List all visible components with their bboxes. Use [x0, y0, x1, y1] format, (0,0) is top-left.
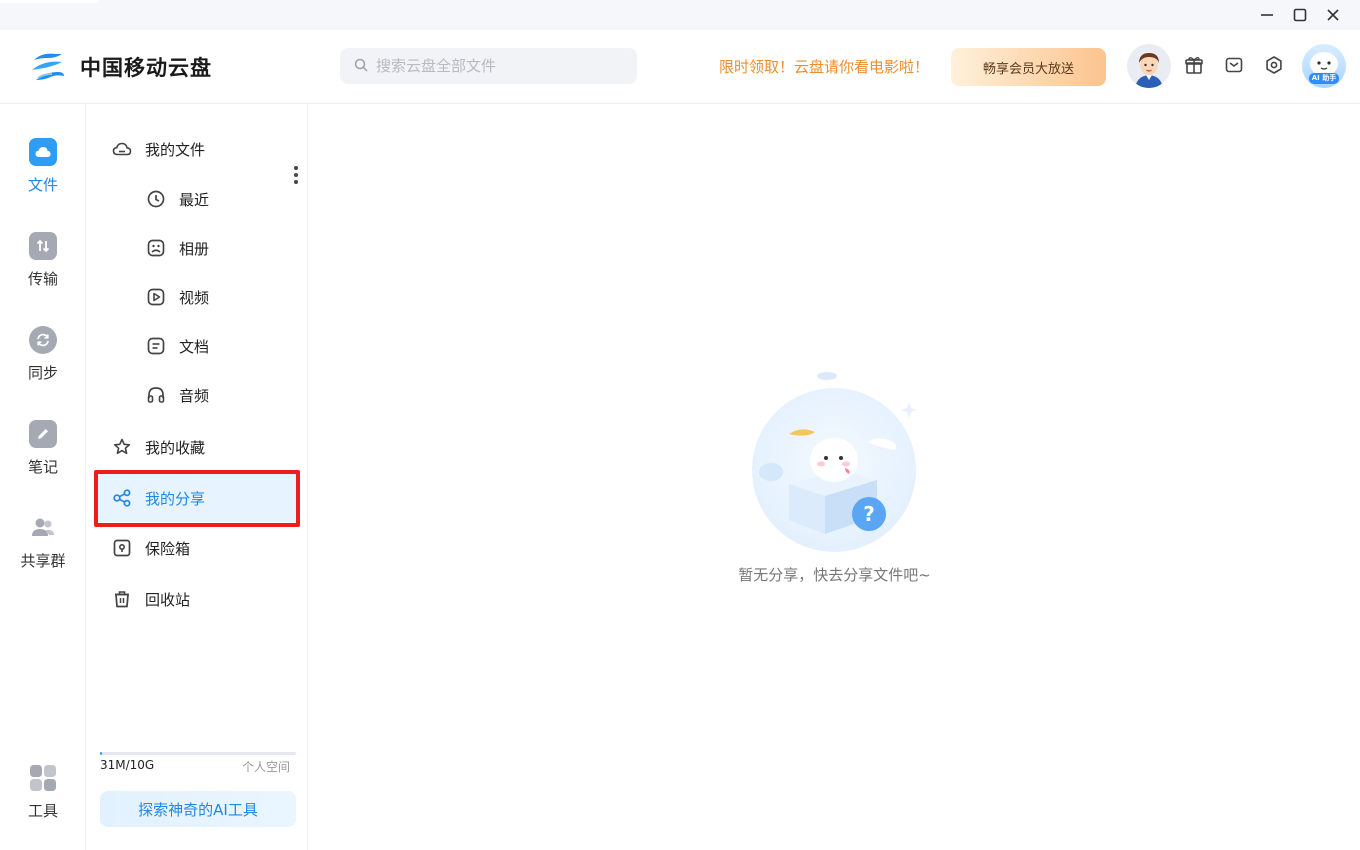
user-avatar[interactable] — [1127, 44, 1171, 88]
app-title: 中国移动云盘 — [80, 56, 212, 80]
nav-transfer[interactable]: 传输 — [0, 232, 86, 312]
sidebar-item-my-shares[interactable]: 我的分享 — [95, 474, 299, 522]
nav-share-group[interactable]: 共享群 — [0, 514, 86, 594]
empty-share-illustration: ? — [749, 364, 924, 554]
sidebar-item-label: 音频 — [179, 386, 210, 405]
nav-files[interactable]: 文件 — [0, 138, 86, 218]
search-input[interactable] — [376, 57, 616, 75]
sidebar-item-audio[interactable]: 音频 — [145, 375, 285, 415]
trash-icon — [111, 588, 133, 610]
ai-assistant-button[interactable]: AI 助手 — [1302, 44, 1346, 88]
pencil-icon — [29, 420, 57, 448]
sidebar-item-recent[interactable]: 最近 — [145, 179, 285, 219]
star-icon — [111, 436, 133, 458]
sync-icon — [29, 326, 57, 354]
settings-icon[interactable] — [1263, 54, 1285, 76]
storage-used-text: 31M/10G — [100, 758, 155, 772]
video-icon — [145, 286, 167, 308]
nav-files-label: 文件 — [27, 176, 58, 194]
storage-progress-bar — [100, 752, 296, 755]
transfer-icon — [29, 232, 57, 260]
maximize-icon[interactable] — [1287, 3, 1313, 27]
sidebar-item-label: 保险箱 — [145, 539, 191, 558]
storage-space-type: 个人空间 — [242, 760, 291, 774]
safe-icon — [111, 537, 133, 559]
minimize-icon[interactable] — [1254, 3, 1280, 27]
people-icon — [29, 514, 57, 542]
sidebar-item-label: 最近 — [179, 190, 210, 209]
sidebar-item-favorites[interactable]: 我的收藏 — [111, 427, 287, 467]
share-icon — [111, 487, 133, 509]
grid-icon — [29, 764, 57, 792]
sidebar-item-label: 我的分享 — [145, 489, 206, 508]
nav-notes[interactable]: 笔记 — [0, 420, 86, 500]
search-box[interactable] — [340, 48, 637, 84]
svg-text:?: ? — [863, 502, 875, 526]
sidebar-item-label: 视频 — [179, 288, 210, 307]
sidebar-item-label: 相册 — [179, 239, 210, 258]
cloud-icon — [29, 138, 57, 166]
sidebar-item-label: 我的收藏 — [145, 438, 206, 457]
vip-promo-button[interactable]: 畅享会员大放送 — [951, 48, 1106, 86]
left-nav: 文件 传输 同步 笔记 共享群 工具 — [0, 104, 86, 850]
nav-share-group-label: 共享群 — [20, 552, 66, 570]
sidebar-item-label: 文档 — [179, 337, 210, 356]
empty-state-message: 暂无分享，快去分享文件吧~ — [738, 566, 931, 584]
nav-transfer-label: 传输 — [27, 270, 58, 288]
document-icon — [145, 335, 167, 357]
headphones-icon — [145, 384, 167, 406]
more-options-icon[interactable] — [292, 164, 300, 186]
sidebar-item-label: 回收站 — [145, 590, 191, 609]
sidebar-item-video[interactable]: 视频 — [145, 277, 285, 317]
explore-ai-tools-button[interactable]: 探索神奇的AI工具 — [100, 791, 296, 827]
sidebar-item-recycle-bin[interactable]: 回收站 — [111, 579, 287, 619]
nav-sync-label: 同步 — [27, 364, 58, 382]
window-titlebar — [0, 0, 1360, 30]
app-header: 中国移动云盘 限时领取！云盘请你看电影啦！ 畅享会员大放送 — [0, 30, 1360, 104]
sidebar-item-document[interactable]: 文档 — [145, 326, 285, 366]
titlebar-tab-strip — [0, 0, 98, 3]
album-icon — [145, 237, 167, 259]
nav-tools-label: 工具 — [27, 802, 58, 820]
nav-sync[interactable]: 同步 — [0, 326, 86, 406]
main-content: ? 暂无分享，快去分享文件吧~ — [309, 104, 1360, 850]
files-sidebar: 我的文件 最近 相册 视频 文档 音频 我的收藏 我的分享 保险箱 回收站 — [87, 104, 308, 850]
sidebar-item-album[interactable]: 相册 — [145, 228, 285, 268]
search-icon — [354, 57, 368, 76]
gift-icon[interactable] — [1183, 54, 1205, 76]
clock-icon — [145, 188, 167, 210]
sidebar-item-label: 我的文件 — [145, 140, 206, 159]
nav-tools[interactable]: 工具 — [0, 764, 86, 844]
promo-link[interactable]: 限时领取！云盘请你看电影啦！ — [719, 56, 929, 77]
mail-icon[interactable] — [1223, 54, 1245, 76]
sidebar-item-vault[interactable]: 保险箱 — [111, 528, 287, 568]
nav-notes-label: 笔记 — [27, 458, 58, 476]
ai-assistant-label: AI 助手 — [1309, 73, 1339, 84]
cloud-outline-icon — [111, 138, 133, 160]
sidebar-item-my-files[interactable]: 我的文件 — [111, 129, 298, 184]
close-icon[interactable] — [1320, 3, 1346, 27]
storage-progress-fill — [100, 752, 102, 755]
app-logo-icon — [28, 48, 68, 86]
